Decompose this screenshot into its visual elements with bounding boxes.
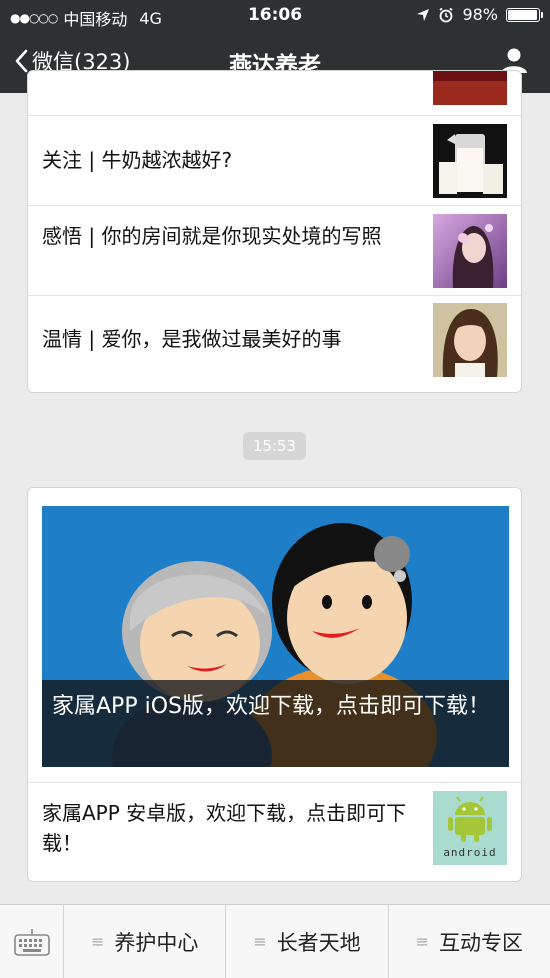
hero-article[interactable]: 家属APP iOS版，欢迎下载，点击即可下载！ bbox=[42, 506, 509, 767]
battery-icon bbox=[506, 7, 543, 22]
menu-item-elder-world[interactable]: ≡ 长者天地 bbox=[226, 905, 389, 978]
article-item[interactable]: 感悟 | 你的房间就是你现实处境的写照 bbox=[28, 205, 521, 295]
article-title: 家属APP 安卓版，欢迎下载，点击即可下载！ bbox=[42, 801, 407, 855]
alarm-icon bbox=[439, 7, 453, 22]
android-robot-icon bbox=[448, 796, 492, 842]
article-item[interactable]: 家属APP 安卓版，欢迎下载，点击即可下载！ android bbox=[28, 782, 521, 881]
hero-caption: 家属APP iOS版，欢迎下载，点击即可下载！ bbox=[42, 680, 509, 767]
menu-item-care-center[interactable]: ≡ 养护中心 bbox=[64, 905, 227, 978]
message-timestamp: 15:53 bbox=[243, 432, 306, 460]
menu-item-interaction-zone[interactable]: ≡ 互动专区 bbox=[389, 905, 550, 978]
location-arrow-icon bbox=[417, 8, 430, 21]
menu-icon: ≡ bbox=[253, 932, 267, 951]
menu-item-label: 养护中心 bbox=[114, 930, 199, 955]
woman-flowers-thumbnail bbox=[433, 214, 507, 288]
status-right: 98% bbox=[416, 5, 543, 24]
article-title: 温情 | 爱你，是我做过最美好的事 bbox=[42, 327, 342, 351]
status-bar: ●●○○○ 中国移动 4G 16:06 98% bbox=[0, 0, 550, 32]
article-title: 感悟 | 你的房间就是你现实处境的写照 bbox=[42, 224, 382, 248]
battery-level bbox=[508, 9, 538, 20]
menu-item-label: 互动专区 bbox=[439, 930, 524, 955]
keyboard-toggle-button[interactable] bbox=[0, 905, 64, 978]
girl-portrait-thumbnail bbox=[433, 303, 507, 377]
article-title: 关注 | 牛奶越浓越好? bbox=[42, 148, 233, 172]
article-list-card: 关注 | 牛奶越浓越好? 感悟 | 你的房间就是你现实处境的写照 温情 | 爱你… bbox=[27, 70, 522, 393]
partial-thumbnail bbox=[433, 71, 507, 105]
menu-icon: ≡ bbox=[415, 932, 430, 951]
android-thumbnail: android bbox=[433, 791, 507, 865]
article-item[interactable]: 关注 | 牛奶越浓越好? bbox=[28, 115, 521, 205]
bottom-menu-bar: ≡ 养护中心 ≡ 长者天地 ≡ 互动专区 bbox=[0, 904, 550, 978]
menu-icon: ≡ bbox=[90, 932, 105, 951]
menu-item-label: 长者天地 bbox=[276, 930, 361, 955]
article-item[interactable]: 温情 | 爱你，是我做过最美好的事 bbox=[28, 295, 521, 392]
app-download-card: 家属APP iOS版，欢迎下载，点击即可下载！ 家属APP 安卓版，欢迎下载，点… bbox=[27, 487, 522, 882]
android-wordmark: android bbox=[443, 846, 497, 859]
keyboard-icon bbox=[13, 928, 50, 956]
milk-thumbnail bbox=[433, 124, 507, 198]
battery-percent: 98% bbox=[462, 5, 498, 24]
